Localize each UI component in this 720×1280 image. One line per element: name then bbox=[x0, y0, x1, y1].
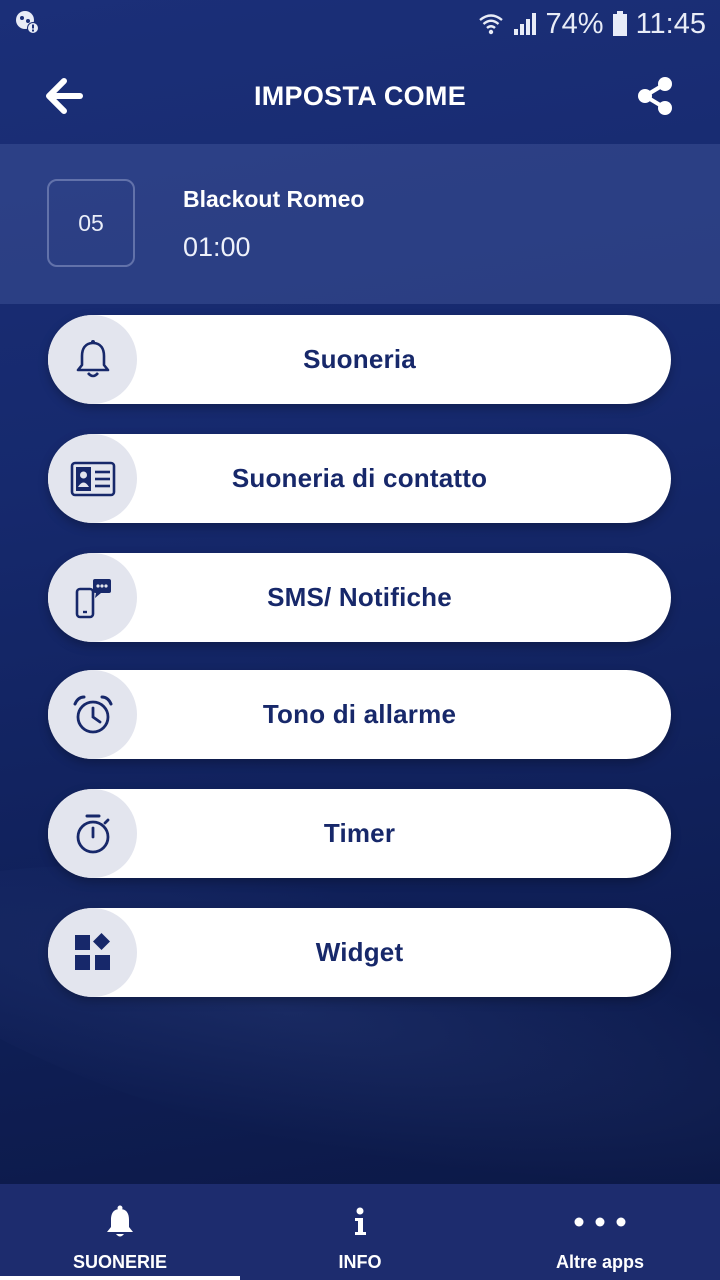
widget-button[interactable]: Widget bbox=[48, 908, 671, 997]
option-label: SMS/ Notifiche bbox=[267, 582, 452, 612]
bell-icon bbox=[48, 315, 137, 404]
contact-ringtone-button[interactable]: Suoneria di contatto bbox=[48, 434, 671, 523]
now-playing-band: 05 Blackout Romeo 01:00 bbox=[0, 144, 720, 304]
battery-icon bbox=[612, 11, 628, 37]
option-label: Suoneria di contatto bbox=[231, 463, 488, 493]
battery-percent: 74% bbox=[545, 7, 604, 40]
bottom-nav: SUONERIE INFO Altre apps bbox=[0, 1184, 720, 1280]
status-bar: 74% 11:45 bbox=[0, 0, 720, 48]
option-label: Widget bbox=[315, 937, 404, 967]
page-title: IMPOSTA COME bbox=[253, 80, 467, 111]
contact-card-icon bbox=[48, 434, 137, 523]
back-arrow-icon[interactable] bbox=[44, 78, 84, 114]
alarm-clock-icon bbox=[48, 670, 137, 759]
option-label: Suoneria bbox=[303, 344, 416, 374]
status-left bbox=[14, 9, 40, 40]
track-number: 05 bbox=[47, 179, 135, 267]
nav-label: SUONERIE bbox=[72, 1252, 168, 1272]
nav-more-apps[interactable]: Altre apps bbox=[480, 1184, 720, 1280]
track-name: Blackout Romeo bbox=[183, 186, 365, 212]
alarm-tone-button[interactable]: Tono di allarme bbox=[48, 670, 671, 759]
signal-icon bbox=[512, 11, 538, 37]
nav-label: Altre apps bbox=[555, 1252, 645, 1272]
ringtone-button[interactable]: Suoneria bbox=[48, 315, 671, 404]
app-bar: IMPOSTA COME bbox=[0, 48, 720, 144]
track-duration: 01:00 bbox=[183, 232, 251, 262]
option-label: Timer bbox=[323, 818, 396, 848]
data-saver-icon bbox=[14, 9, 40, 40]
nav-info[interactable]: INFO bbox=[240, 1184, 480, 1280]
timer-button[interactable]: Timer bbox=[48, 789, 671, 878]
sms-phone-icon bbox=[48, 553, 137, 642]
nav-label: INFO bbox=[338, 1252, 382, 1272]
sms-notifications-button[interactable]: SMS/ Notifiche bbox=[48, 553, 671, 642]
option-label: Tono di allarme bbox=[262, 699, 457, 729]
stopwatch-icon bbox=[48, 789, 137, 878]
widget-grid-icon bbox=[48, 908, 137, 997]
nav-ringtones[interactable]: SUONERIE bbox=[0, 1184, 240, 1280]
bell-icon bbox=[104, 1200, 136, 1244]
more-dots-icon bbox=[573, 1200, 627, 1244]
info-icon bbox=[352, 1200, 368, 1244]
wifi-icon bbox=[478, 11, 504, 37]
status-right: 74% 11:45 bbox=[478, 8, 706, 41]
set-as-options: Suoneria Suoneria di contatto SMS/ Notif… bbox=[48, 315, 671, 1027]
share-icon[interactable] bbox=[636, 76, 674, 116]
clock-time: 11:45 bbox=[635, 7, 706, 40]
